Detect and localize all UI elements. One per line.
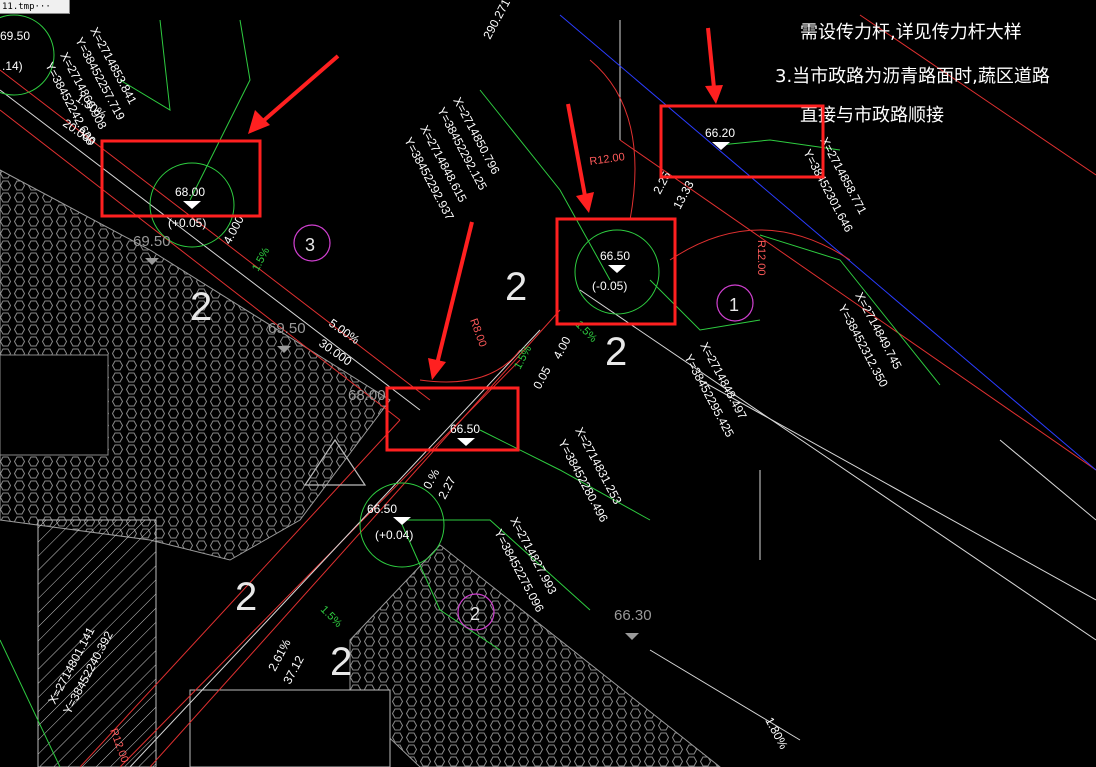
ground-elev-68-00: 68.00 (348, 387, 386, 404)
annotation-arrows (248, 27, 723, 380)
building-outline (0, 354, 109, 456)
top-left-adj: .14) (2, 59, 23, 73)
paving-area-bottom (349, 544, 721, 767)
svg-text:2: 2 (330, 640, 352, 684)
elevation-66-50-c: 66.50 (367, 502, 397, 516)
elevation-66-50-b: 66.50 (450, 422, 480, 436)
svg-text:4.000: 4.000 (220, 213, 247, 246)
svg-text:1.5%: 1.5% (318, 604, 344, 630)
svg-text:2: 2 (605, 330, 627, 374)
top-left-elev: 69.50 (0, 29, 30, 43)
svg-text:1.5%: 1.5% (512, 343, 534, 371)
elevation-66-50-a: 66.50 (600, 249, 630, 263)
svg-text:290.271: 290.271 (480, 0, 513, 41)
elevation-marker (625, 633, 639, 640)
svg-text:R8.00: R8.00 (467, 317, 488, 349)
note-line-1: 需设传力杆,详见传力杆大样 (800, 22, 1022, 43)
svg-text:2: 2 (190, 285, 212, 329)
svg-text:1.5%: 1.5% (250, 245, 272, 273)
elevation-68-00-adj: (+0.05) (168, 216, 206, 230)
svg-text:0.05: 0.05 (530, 364, 553, 391)
ground-elev-69-50-a: 69.50 (133, 233, 171, 250)
elevation-marker (608, 265, 626, 273)
svg-text:13.33: 13.33 (670, 178, 697, 211)
marker-3: 3 (305, 235, 315, 255)
elevation-66-50-c-adj: (+0.04) (375, 528, 413, 542)
marker-1: 1 (729, 295, 739, 315)
ground-elev-66-30: 66.30 (614, 607, 652, 624)
svg-text:4.00: 4.00 (550, 334, 573, 361)
svg-text:R12.00: R12.00 (755, 240, 767, 275)
elevation-marker (457, 438, 475, 446)
elevation-66-20: 66.20 (705, 126, 735, 140)
svg-text:2: 2 (235, 575, 257, 619)
svg-text:R12.00: R12.00 (589, 151, 626, 168)
cad-canvas[interactable]: 3 1 2 需设传力杆,详见传力杆大样 3.当市政路为沥青路面时,蔬区道路 直接… (0, 0, 1096, 767)
elevation-66-50-a-adj: (-0.05) (592, 279, 627, 293)
note-line-2: 3.当市政路为沥青路面时,蔬区道路 (775, 66, 1050, 87)
elevation-marker (393, 517, 411, 525)
elevation-marker (183, 201, 201, 209)
ground-elev-69-50-b: 69.50 (268, 320, 306, 337)
marker-2: 2 (470, 604, 480, 624)
svg-text:1.80%: 1.80% (762, 715, 790, 752)
elevation-68-00: 68.00 (175, 185, 205, 199)
building-block-bottom (189, 689, 391, 767)
svg-text:2: 2 (505, 265, 527, 309)
